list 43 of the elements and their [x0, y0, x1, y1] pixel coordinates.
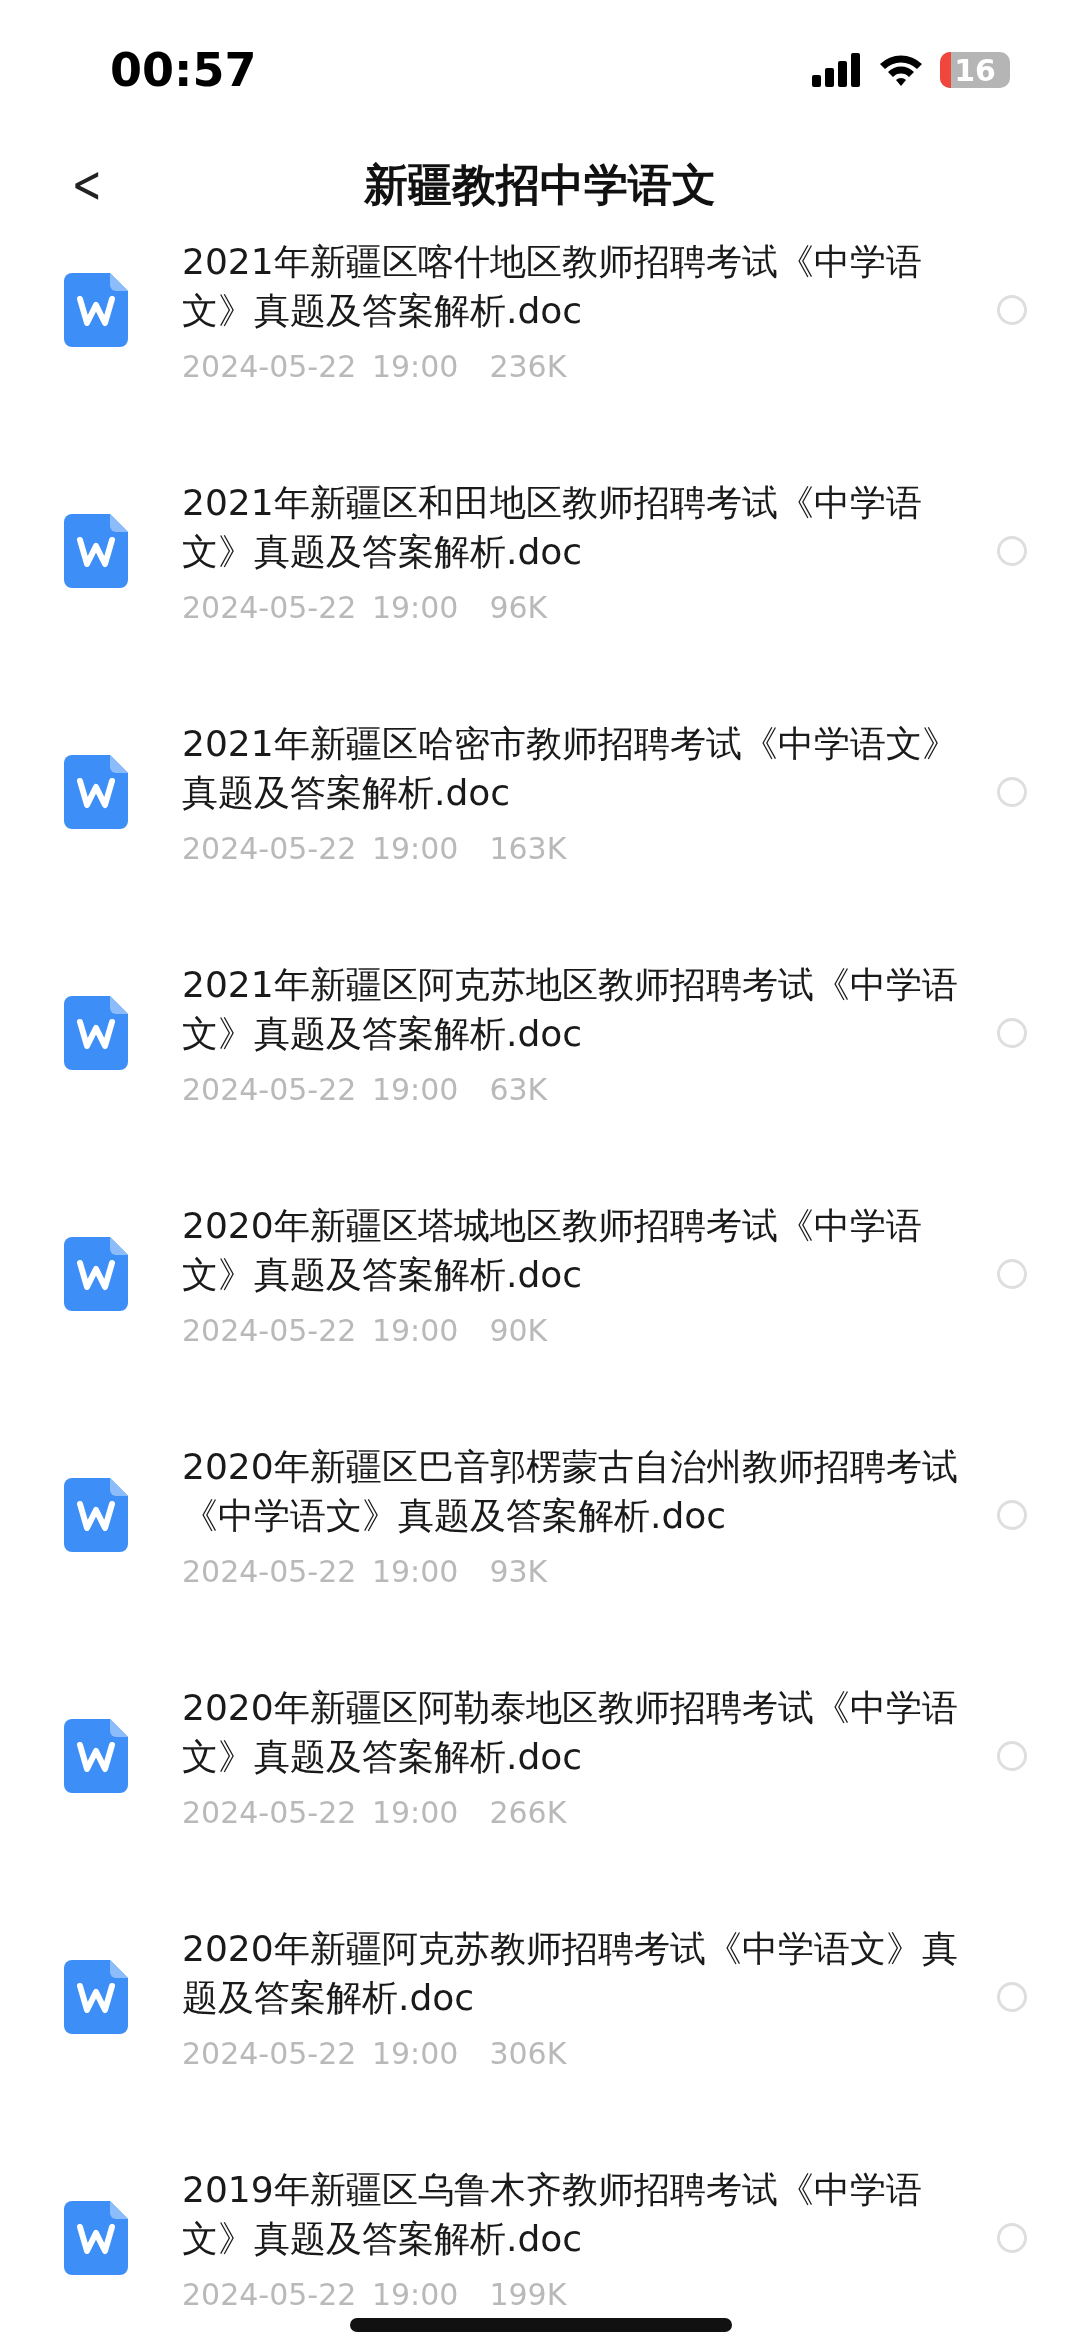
file-name[interactable]: 2020年新疆区阿勒泰地区教师招聘考试《中学语文》真题及答案解析.doc	[182, 1682, 962, 1781]
word-file-icon	[64, 755, 128, 829]
page-title: 新疆教招中学语文	[364, 157, 716, 212]
file-name[interactable]: 2020年新疆阿克苏教师招聘考试《中学语文》真题及答案解析.doc	[182, 1923, 962, 2022]
word-file-icon	[64, 1719, 128, 1793]
word-file-icon	[64, 273, 128, 347]
select-radio[interactable]	[997, 1741, 1027, 1771]
signal-icon	[812, 53, 862, 87]
home-indicator[interactable]	[350, 2318, 732, 2332]
word-file-icon	[64, 1478, 128, 1552]
file-name[interactable]: 2021年新疆区和田地区教师招聘考试《中学语文》真题及答案解析.doc	[182, 477, 962, 576]
select-radio[interactable]	[997, 1018, 1027, 1048]
file-meta: 2024-05-22 19:00 93K	[182, 1553, 549, 1589]
file-meta: 2024-05-22 19:00 199K	[182, 2276, 568, 2312]
file-meta: 2024-05-22 19:00 90K	[182, 1312, 549, 1348]
select-radio[interactable]	[997, 1259, 1027, 1289]
wifi-icon	[878, 53, 924, 87]
file-meta: 2024-05-22 19:00 63K	[182, 1071, 549, 1107]
word-file-icon	[64, 1960, 128, 2034]
word-file-icon	[64, 996, 128, 1070]
file-name[interactable]: 2021年新疆区阿克苏地区教师招聘考试《中学语文》真题及答案解析.doc	[182, 959, 962, 1058]
status-time: 00:57	[110, 43, 257, 97]
select-radio[interactable]	[997, 1982, 1027, 2012]
select-radio[interactable]	[997, 2223, 1027, 2253]
select-radio[interactable]	[997, 536, 1027, 566]
word-file-icon	[64, 1237, 128, 1311]
select-radio[interactable]	[997, 1500, 1027, 1530]
file-name[interactable]: 2020年新疆区塔城地区教师招聘考试《中学语文》真题及答案解析.doc	[182, 1200, 962, 1299]
word-file-icon	[64, 514, 128, 588]
battery-icon: 16	[940, 52, 1010, 88]
file-name[interactable]: 2020年新疆区巴音郭楞蒙古自治州教师招聘考试《中学语文》真题及答案解析.doc	[182, 1441, 962, 1540]
file-name[interactable]: 2021年新疆区喀什地区教师招聘考试《中学语文》真题及答案解析.doc	[182, 236, 962, 335]
select-radio[interactable]	[997, 777, 1027, 807]
back-button[interactable]: <	[64, 154, 110, 214]
file-name[interactable]: 2021年新疆区哈密市教师招聘考试《中学语文》真题及答案解析.doc	[182, 718, 962, 817]
file-meta: 2024-05-22 19:00 306K	[182, 2035, 568, 2071]
select-radio[interactable]	[997, 295, 1027, 325]
file-meta: 2024-05-22 19:00 96K	[182, 589, 549, 625]
file-meta: 2024-05-22 19:00 266K	[182, 1794, 568, 1830]
file-name[interactable]: 2019年新疆区乌鲁木齐教师招聘考试《中学语文》真题及答案解析.doc	[182, 2164, 962, 2263]
file-meta: 2024-05-22 19:00 163K	[182, 830, 568, 866]
file-meta: 2024-05-22 19:00 236K	[182, 348, 568, 384]
word-file-icon	[64, 2201, 128, 2275]
